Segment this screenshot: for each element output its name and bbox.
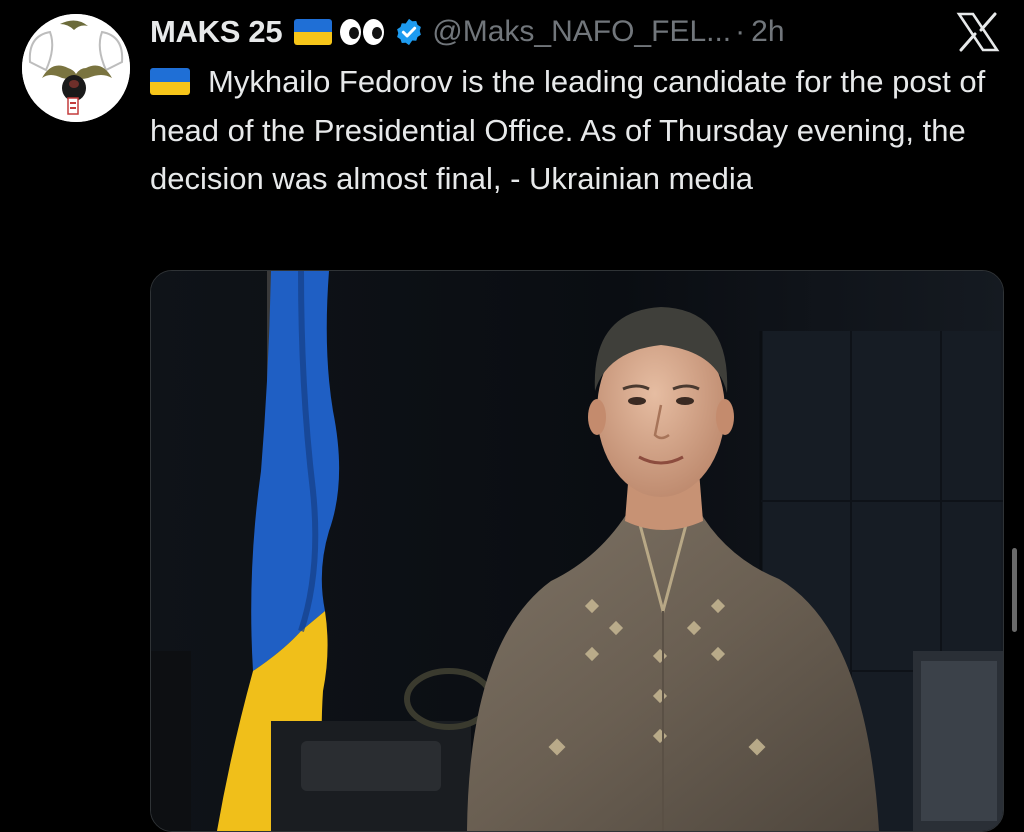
ukraine-flag-icon	[294, 19, 333, 45]
tweet-header: MAKS 25 @Maks_NAFO_FEL... · 2h	[150, 10, 870, 54]
avatar-dog-icon	[22, 14, 130, 122]
verified-badge-icon[interactable]	[394, 17, 424, 47]
eyes-icon	[340, 19, 385, 45]
tweet-text: Mykhailo Fedorov is the leading candidat…	[150, 58, 1000, 204]
x-logo-icon[interactable]	[956, 12, 1000, 52]
photo-image	[151, 271, 1003, 831]
separator-dot: ·	[735, 15, 746, 48]
avatar[interactable]	[22, 14, 130, 122]
tweet-media-photo[interactable]	[150, 270, 1004, 832]
author-handle[interactable]: @Maks_NAFO_FEL...	[432, 15, 731, 49]
tweet-timestamp[interactable]: 2h	[751, 15, 784, 49]
tweet-card[interactable]: MAKS 25 @Maks_NAFO_FEL... · 2h Mykhailo …	[0, 0, 1024, 832]
author-display-name[interactable]: MAKS 25	[150, 14, 283, 50]
tweet-body: Mykhailo Fedorov is the leading candidat…	[150, 64, 986, 196]
ukraine-flag-icon	[150, 68, 190, 95]
scrollbar[interactable]	[1012, 548, 1017, 632]
